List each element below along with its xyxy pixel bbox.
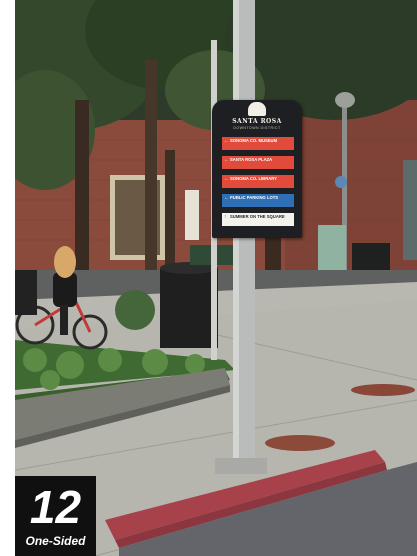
sign-blade-label: PUBLIC PARKING LOTS: [230, 195, 279, 200]
street-scene: [15, 0, 417, 556]
arrow-up-icon: ↑: [224, 214, 227, 220]
wayfinding-sign: SANTA ROSA DOWNTOWN DISTRICT ← SONOMA CO…: [212, 100, 302, 238]
city-crest-icon: [248, 102, 266, 116]
sign-blade-label: SANTA ROSA PLAZA: [230, 157, 273, 162]
arrow-left-icon: ←: [224, 157, 229, 163]
sign-title: SANTA ROSA: [232, 118, 282, 125]
sign-subtitle: DOWNTOWN DISTRICT: [233, 126, 281, 130]
sign-number-badge: 12 One-Sided: [15, 476, 96, 556]
sign-blade-label: SONOMA CO. MUSEUM: [230, 138, 278, 143]
sign-blade-label: SONOMA CO. LIBRARY: [230, 176, 277, 181]
sign-blade-plaza: ← SANTA ROSA PLAZA: [222, 156, 294, 169]
badge-label: One-Sided: [25, 534, 86, 548]
arrow-left-icon: ←: [224, 138, 229, 144]
sign-blade-summer: ↑ SUMMER ON THE SQUARE: [222, 213, 294, 226]
street-photo: SANTA ROSA DOWNTOWN DISTRICT ← SONOMA CO…: [15, 0, 417, 556]
sign-blade-label: SUMMER ON THE SQUARE: [230, 214, 285, 219]
sign-blade-library: ← SONOMA CO. LIBRARY: [222, 175, 294, 188]
badge-number: 12: [29, 481, 82, 533]
arrow-left-icon: ←: [224, 176, 229, 182]
sign-blade-museum: ← SONOMA CO. MUSEUM: [222, 137, 294, 150]
sign-blade-parking: ← PUBLIC PARKING LOTS: [222, 194, 294, 207]
arrow-left-icon: ←: [224, 195, 229, 201]
